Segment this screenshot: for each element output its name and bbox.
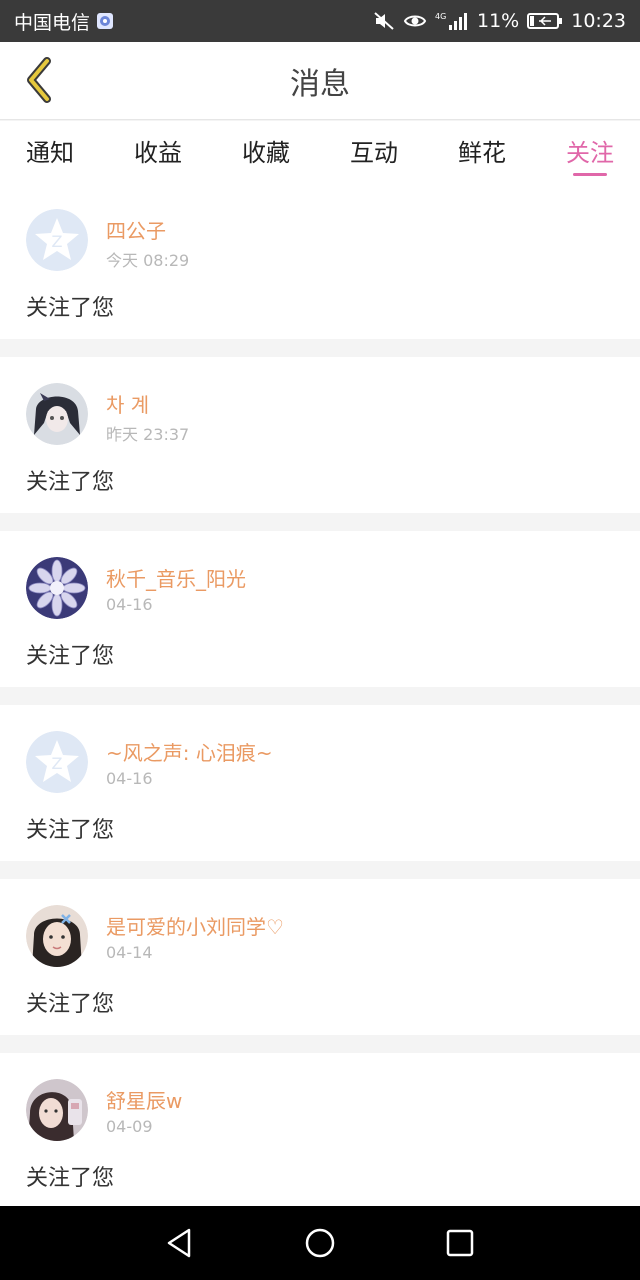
tab-interaction[interactable]: 互动 — [350, 121, 398, 183]
nav-back-button[interactable] — [150, 1213, 210, 1273]
action-text: 关注了您 — [26, 818, 115, 843]
tab-notification[interactable]: 通知 — [26, 121, 74, 183]
list-item[interactable]: 舒星辰w 04-09 关注了您 — [0, 1053, 640, 1209]
tab-label: 收藏 — [242, 139, 290, 167]
default-qzone-icon: Z — [26, 731, 88, 793]
tab-label: 互动 — [350, 139, 398, 167]
follow-list: Z 四公子 今天 08:29 关注了您 차 계 昨天 23:37 关注了您 秋千… — [0, 183, 640, 1227]
tab-flowers[interactable]: 鲜花 — [458, 121, 506, 183]
active-tab-indicator — [573, 173, 607, 176]
timestamp: 04-16 — [106, 769, 153, 788]
battery-icon — [527, 12, 563, 30]
tab-earnings[interactable]: 收益 — [134, 121, 182, 183]
user-name[interactable]: 四公子 — [106, 215, 166, 244]
avatar[interactable] — [26, 383, 88, 445]
circle-home-icon — [305, 1228, 335, 1258]
timestamp: 04-14 — [106, 943, 153, 962]
list-item[interactable]: 是可爱的小刘同学♡ 04-14 关注了您 — [0, 879, 640, 1035]
nav-home-button[interactable] — [290, 1213, 350, 1273]
status-bar: 中国电信 4G 11% 10:23 — [0, 0, 640, 42]
svg-text:Z: Z — [52, 754, 63, 773]
list-item[interactable]: Z 四公子 今天 08:29 关注了您 — [0, 183, 640, 339]
action-text: 关注了您 — [26, 644, 115, 669]
user-name[interactable]: ~风之声: 心泪痕~ — [106, 737, 273, 766]
avatar[interactable] — [26, 557, 88, 619]
square-recents-icon — [446, 1229, 474, 1257]
user-name[interactable]: 차 계 — [106, 389, 149, 418]
signal-4g-icon: 4G — [435, 11, 469, 31]
girl-photo-avatar — [26, 905, 88, 967]
avatar[interactable]: Z — [26, 209, 88, 271]
girl-selfie-avatar — [26, 1079, 88, 1141]
default-qzone-icon: Z — [26, 209, 88, 271]
tab-label: 收益 — [134, 139, 182, 167]
battery-percent: 11% — [477, 10, 520, 32]
avatar[interactable]: Z — [26, 731, 88, 793]
flower-avatar — [26, 557, 88, 619]
user-name[interactable]: 舒星辰w — [106, 1085, 182, 1114]
tab-label: 关注 — [566, 139, 614, 167]
tab-label: 通知 — [26, 139, 74, 167]
timestamp: 今天 08:29 — [106, 251, 190, 270]
tab-following[interactable]: 关注 — [566, 121, 614, 183]
app-notification-icon — [96, 12, 114, 30]
action-text: 关注了您 — [26, 992, 115, 1017]
svg-text:4G: 4G — [435, 12, 446, 21]
avatar[interactable] — [26, 905, 88, 967]
clock: 10:23 — [571, 10, 626, 32]
avatar[interactable] — [26, 1079, 88, 1141]
mute-icon — [373, 11, 395, 31]
list-item[interactable]: Z ~风之声: 心泪痕~ 04-16 关注了您 — [0, 705, 640, 861]
action-text: 关注了您 — [26, 1166, 115, 1191]
action-text: 关注了您 — [26, 296, 115, 321]
timestamp: 04-09 — [106, 1117, 153, 1136]
timestamp: 04-16 — [106, 595, 153, 614]
eye-icon — [403, 12, 427, 30]
user-name[interactable]: 是可爱的小刘同学♡ — [106, 911, 284, 940]
action-text: 关注了您 — [26, 470, 115, 495]
message-tabs: 通知 收益 收藏 互动 鲜花 关注 — [0, 121, 640, 183]
app-header: 消息 — [0, 42, 640, 120]
svg-text:Z: Z — [52, 232, 63, 251]
timestamp: 昨天 23:37 — [106, 425, 190, 444]
page-title: 消息 — [290, 67, 350, 102]
system-nav-bar — [0, 1206, 640, 1280]
triangle-back-icon — [167, 1228, 191, 1258]
carrier-label: 中国电信 — [14, 11, 91, 34]
user-name[interactable]: 秋千_音乐_阳光 — [106, 563, 246, 592]
tab-favorites[interactable]: 收藏 — [242, 121, 290, 183]
list-item[interactable]: 차 계 昨天 23:37 关注了您 — [0, 357, 640, 513]
anime-girl-avatar — [26, 383, 88, 445]
nav-recents-button[interactable] — [430, 1213, 490, 1273]
tab-label: 鲜花 — [458, 139, 506, 167]
list-item[interactable]: 秋千_音乐_阳光 04-16 关注了您 — [0, 531, 640, 687]
